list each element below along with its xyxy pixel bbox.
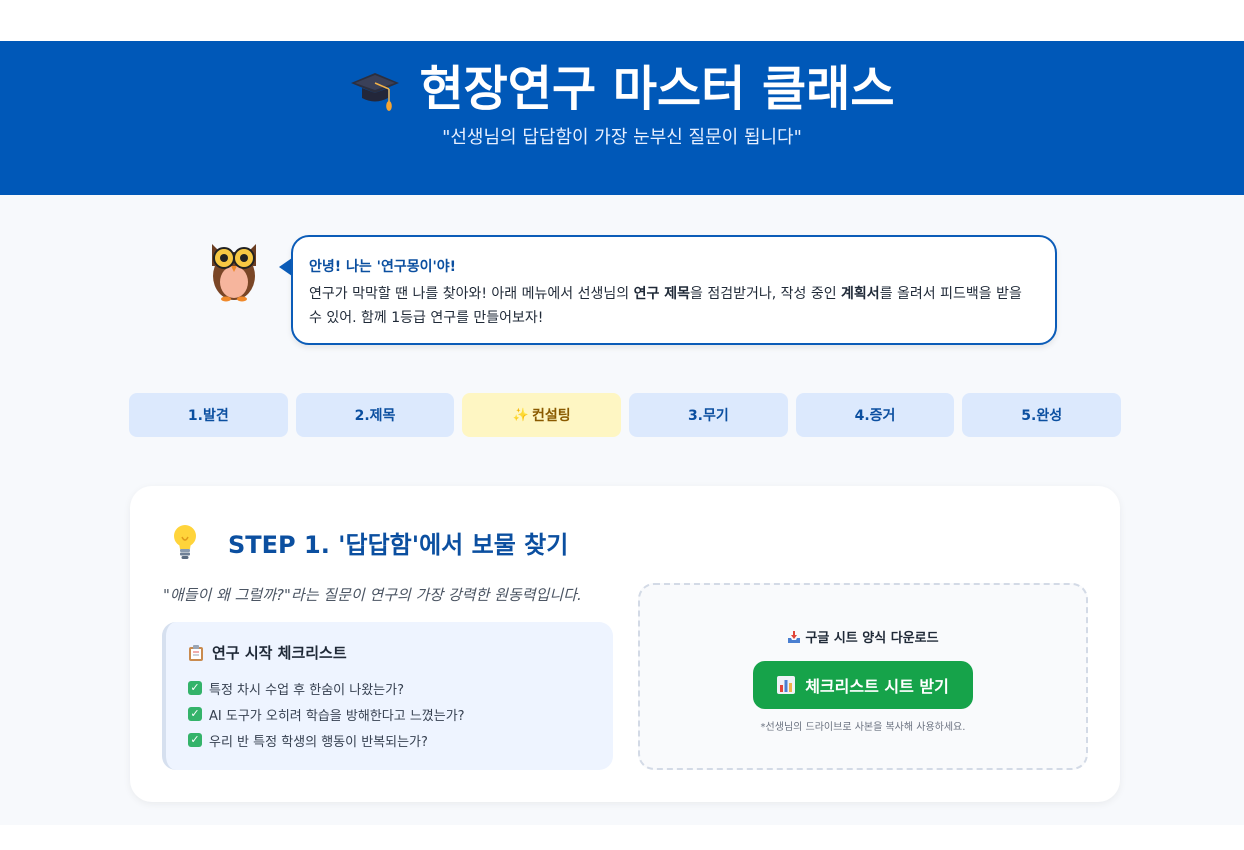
graduation-cap-icon <box>351 73 400 111</box>
inbox-tray-icon <box>788 631 801 643</box>
tab-label: 5.완성 <box>1021 408 1063 424</box>
header-title-row: 현장연구 마스터 클래스 <box>0 61 1244 117</box>
check-mark-icon: ✓ <box>188 681 202 695</box>
checklist-item-text: 특정 차시 수업 후 한숨이 나왔는가? <box>209 682 405 698</box>
tab-label: 컨설팅 <box>531 408 571 424</box>
guide-message-text: 연구가 막막할 땐 나를 찾아와! 아래 메뉴에서 선생님의 <box>309 286 634 302</box>
page-title: 현장연구 마스터 클래스 <box>419 61 895 117</box>
download-panel: 구글 시트 양식 다운로드 체크리스트 시트 받기 *선생님의 드라이브로 사본… <box>638 583 1088 770</box>
owl-icon <box>212 244 256 302</box>
guide-message: 연구가 막막할 땐 나를 찾아와! 아래 메뉴에서 선생님의 연구 제목을 점검… <box>309 282 1039 330</box>
step-card: STEP 1. '답답함'에서 보물 찾기 "애들이 왜 그럴까?"라는 질문이… <box>130 486 1120 802</box>
header-banner: 현장연구 마스터 클래스 "선생님의 답답함이 가장 눈부신 질문이 됩니다" <box>0 41 1244 195</box>
check-mark-icon: ✓ <box>188 733 202 747</box>
tab-consulting[interactable]: ✨ 컨설팅 <box>462 393 622 437</box>
page-subtitle: "선생님의 답답함이 가장 눈부신 질문이 됩니다" <box>442 127 802 148</box>
guide-message-emphasis-plan: 계획서 <box>841 286 880 302</box>
step-heading-row: STEP 1. '답답함'에서 보물 찾기 <box>170 523 568 561</box>
download-label: 구글 시트 양식 다운로드 <box>640 627 1086 646</box>
sparkle-icon: ✨ <box>512 407 529 423</box>
page: 현장연구 마스터 클래스 "선생님의 답답함이 가장 눈부신 질문이 됩니다" … <box>0 0 1244 850</box>
guide-speech-bubble: 안녕! 나는 '연구몽이'야! 연구가 막막할 땐 나를 찾아와! 아래 메뉴에… <box>291 235 1057 345</box>
step-title: STEP 1. '답답함'에서 보물 찾기 <box>228 530 569 559</box>
guide-message-emphasis-title: 연구 제목 <box>633 286 690 302</box>
checklist-item: ✓ AI 도구가 오히려 학습을 방해한다고 느꼈는가? <box>188 701 591 727</box>
download-note: *선생님의 드라이브로 사본을 복사해 사용하세요. <box>760 722 966 733</box>
button-label: 체크리스트 시트 받기 <box>805 677 949 696</box>
step-tabs: 1.발견 2.제목 ✨ 컨설팅 3.무기 4.증거 5.완성 <box>129 393 1122 437</box>
checklist-item-text: 우리 반 특정 학생의 행동이 반복되는가? <box>209 734 428 750</box>
tab-label: 2.제목 <box>354 408 396 424</box>
tab-title[interactable]: 2.제목 <box>295 393 455 437</box>
tab-evidence[interactable]: 4.증거 <box>795 393 955 437</box>
check-mark-icon: ✓ <box>188 707 202 721</box>
tab-weapon[interactable]: 3.무기 <box>629 393 788 437</box>
checklist-title: 연구 시작 체크리스트 <box>212 644 347 662</box>
bar-chart-icon <box>777 676 796 694</box>
lightbulb-icon <box>174 525 196 559</box>
checklist-heading: 연구 시작 체크리스트 <box>188 642 591 663</box>
checklist-item: ✓ 특정 차시 수업 후 한숨이 나왔는가? <box>188 675 591 701</box>
tab-discover[interactable]: 1.발견 <box>129 393 288 437</box>
step-quote: "애들이 왜 그럴까?"라는 질문이 연구의 가장 강력한 원동력입니다. <box>163 586 582 604</box>
checklist-item-text: AI 도구가 오히려 학습을 방해한다고 느꼈는가? <box>209 708 465 724</box>
tab-label: 4.증거 <box>854 408 896 424</box>
tab-label: 1.발견 <box>187 408 229 424</box>
clipboard-icon <box>189 644 203 661</box>
guide-greeting: 안녕! 나는 '연구몽이'야! <box>309 259 457 275</box>
guide-message-text: 을 점검받거나, 작성 중인 <box>689 286 842 302</box>
download-label-text: 구글 시트 양식 다운로드 <box>805 631 939 646</box>
get-checklist-sheet-button[interactable]: 체크리스트 시트 받기 <box>753 661 973 709</box>
tab-label: 3.무기 <box>687 408 729 424</box>
checklist-item: ✓ 우리 반 특정 학생의 행동이 반복되는가? <box>188 727 591 753</box>
checklist-panel: 연구 시작 체크리스트 ✓ 특정 차시 수업 후 한숨이 나왔는가? ✓ AI 도구… <box>162 622 613 770</box>
tab-complete[interactable]: 5.완성 <box>962 393 1122 437</box>
